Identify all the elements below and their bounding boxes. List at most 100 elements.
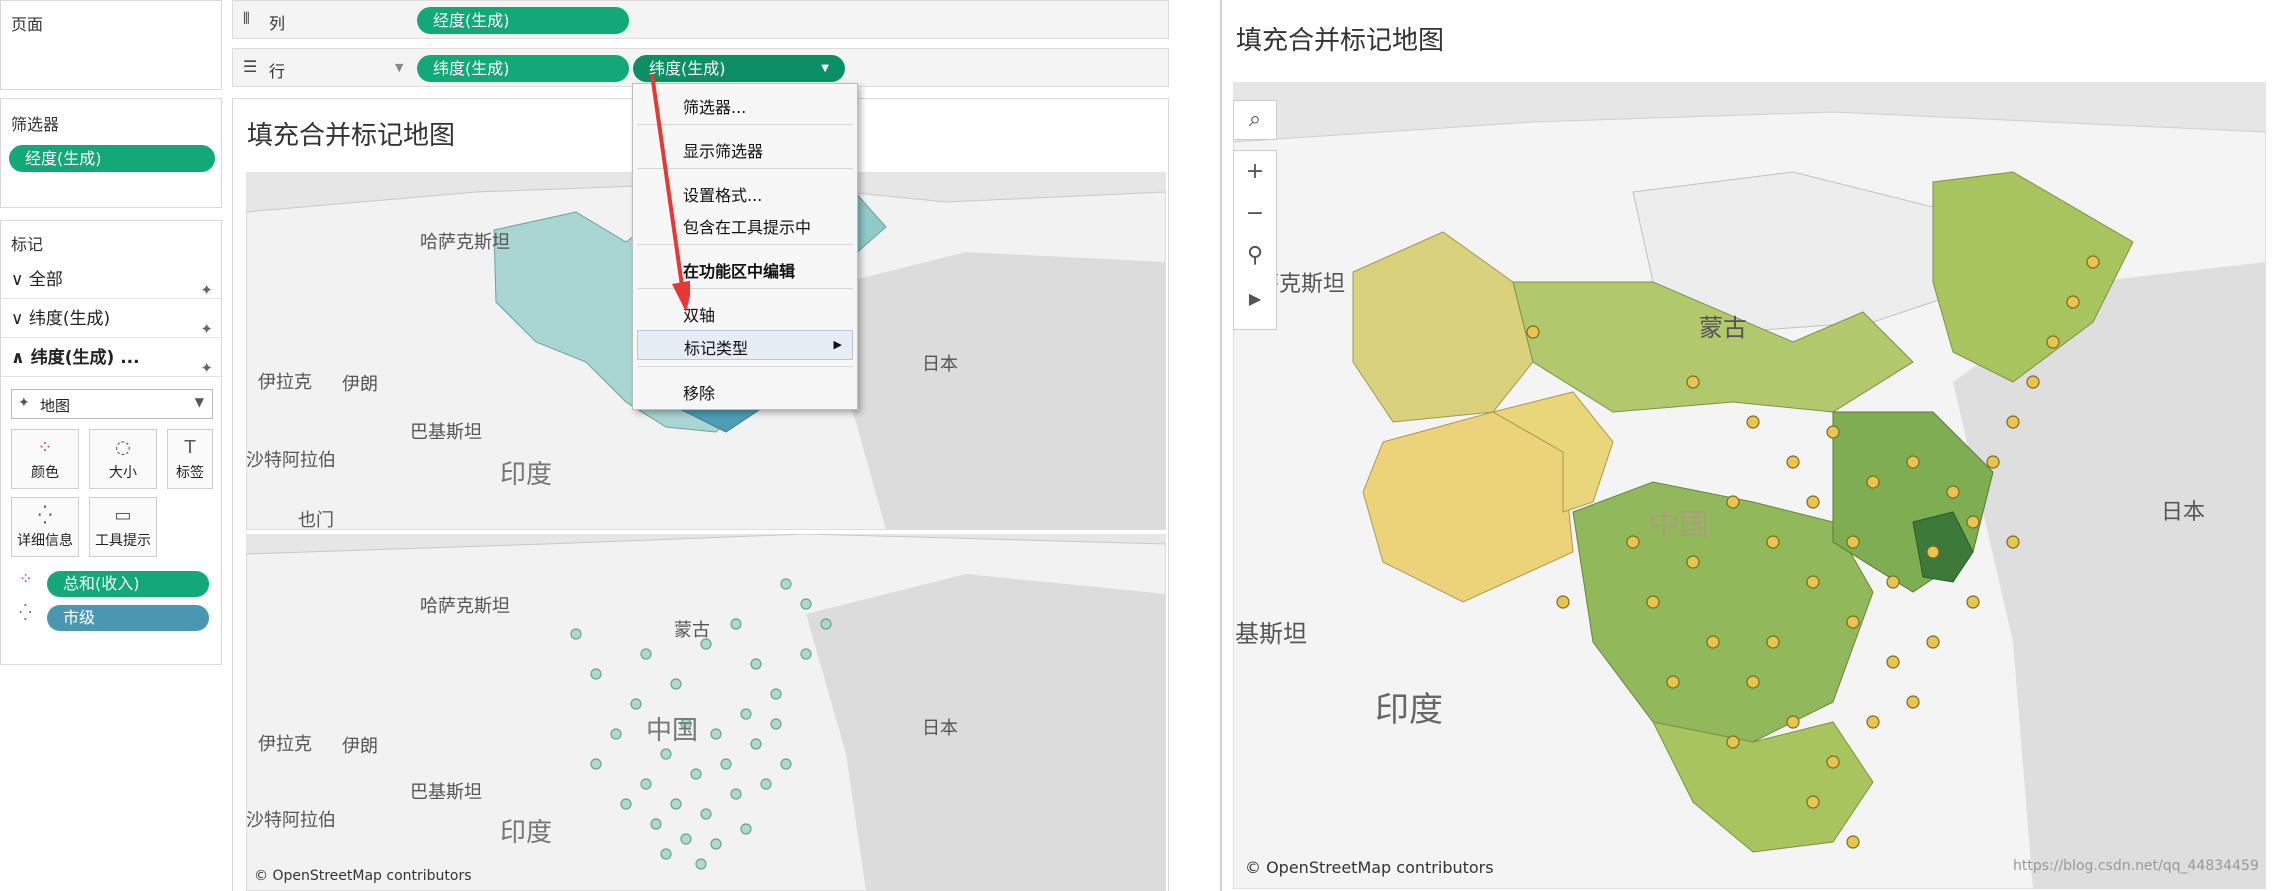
menu-item-label: 标记类型 xyxy=(684,339,749,358)
tile-tooltip[interactable]: ▭ 工具提示 xyxy=(89,497,157,557)
tile-label: 工具提示 xyxy=(95,533,151,549)
result-map[interactable]: 哈萨克斯坦 蒙古 中国 日本 基斯坦 印度 © OpenStreetMap co… xyxy=(1233,82,2266,889)
tile-detail[interactable]: ⁛ 详细信息 xyxy=(11,497,79,557)
map-label: 蒙古 xyxy=(674,620,710,641)
mark-field-city[interactable]: 市级 xyxy=(47,605,209,631)
columns-pill[interactable]: 经度(生成) xyxy=(417,7,629,34)
menu-item-format[interactable]: 设置格式... xyxy=(683,182,762,206)
pages-label: 页面 xyxy=(11,15,44,34)
menu-separator xyxy=(637,366,853,367)
submenu-arrow-icon: ▶ xyxy=(833,338,842,351)
color-dots-icon: ⁘ xyxy=(37,437,53,458)
marks-item-label: 纬度(生成) xyxy=(28,309,111,329)
map-label: 巴基斯坦 xyxy=(410,782,482,803)
map-label: 沙特阿拉伯 xyxy=(246,450,336,471)
marks-card: 标记 ∨ 全部 ✦ ∨ 纬度(生成) ✦ ∧ 纬度(生成) ... ✦ ✦ 地图… xyxy=(0,220,222,665)
rows-label: 行 xyxy=(269,62,286,81)
plus-icon: + xyxy=(1245,159,1265,184)
map-label: 伊朗 xyxy=(342,736,378,757)
filters-label: 筛选器 xyxy=(11,115,60,134)
map-bottom-svg xyxy=(246,534,1166,891)
menu-item-include-tooltip[interactable]: 包含在工具提示中 xyxy=(683,214,811,238)
marks-item-lat1[interactable]: ∨ 纬度(生成) ✦ xyxy=(1,300,221,338)
rows-shelf[interactable]: ☰ 行 ▼ 纬度(生成) 纬度(生成) ▼ xyxy=(232,48,1169,87)
detail-dots-icon: ⁛ xyxy=(19,603,32,622)
columns-icon: ⫴ xyxy=(243,9,250,28)
tile-label[interactable]: T 标签 xyxy=(167,429,213,489)
map-label: 哈萨克斯坦 xyxy=(420,596,510,617)
rows-pill-1[interactable]: 纬度(生成) xyxy=(417,55,629,82)
detail-dots-icon: ⁛ xyxy=(37,505,53,526)
sea xyxy=(806,574,1166,891)
marks-label: 标记 xyxy=(11,235,44,254)
map-label: 日本 xyxy=(2161,500,2206,525)
rows-icon: ☰ xyxy=(243,57,258,76)
color-dots-icon: ⁘ xyxy=(19,569,33,588)
chevron-down-icon: ▼ xyxy=(395,61,404,74)
map-bottom[interactable]: 哈萨克斯坦 蒙古 中国 伊拉克 伊朗 巴基斯坦 沙特阿拉伯 印度 日本 © Op… xyxy=(246,534,1166,891)
map-label: 中国 xyxy=(1649,508,1709,543)
panel-divider xyxy=(1220,0,1222,891)
map-label: 日本 xyxy=(922,718,958,739)
play-arrow-icon: ▶ xyxy=(1248,289,1262,308)
filter-pill[interactable]: 经度(生成) xyxy=(9,145,215,172)
map-label: 蒙古 xyxy=(1699,314,1747,342)
marks-item-label: 纬度(生成) ... xyxy=(30,348,140,368)
map-label: 印度 xyxy=(500,460,553,490)
map-label: 哈萨克斯坦 xyxy=(420,232,510,253)
map-label: 伊拉克 xyxy=(258,372,312,393)
pin-button[interactable]: ⚲ xyxy=(1234,235,1276,277)
result-copyright: © OpenStreetMap contributors xyxy=(1245,858,1494,877)
menu-item-filter[interactable]: 筛选器... xyxy=(683,94,746,118)
marks-item-label: 全部 xyxy=(28,270,63,290)
tooltip-bubble-icon: ▭ xyxy=(114,505,132,526)
result-title: 填充合并标记地图 xyxy=(1236,26,1445,56)
tile-label: 标签 xyxy=(176,465,204,481)
map-search-button[interactable]: ⌕ xyxy=(1233,100,1277,140)
map-mark-icon: ✦ xyxy=(200,359,213,377)
zoom-out-button[interactable]: − xyxy=(1234,193,1276,235)
tile-label: 颜色 xyxy=(31,465,59,481)
mark-type-value: 地图 xyxy=(40,397,71,415)
columns-shelf[interactable]: ⫴ 列 经度(生成) xyxy=(232,0,1169,39)
dropdown-arrow-icon: ▼ xyxy=(821,63,829,74)
minus-icon: − xyxy=(1245,201,1265,226)
marks-item-all[interactable]: ∨ 全部 ✦ xyxy=(1,261,221,299)
menu-item-show-filter[interactable]: 显示筛选器 xyxy=(683,138,763,162)
menu-item-remove[interactable]: 移除 xyxy=(683,380,715,404)
map-copyright: © OpenStreetMap contributors xyxy=(254,868,472,884)
map-label: 日本 xyxy=(922,354,958,375)
map-label: 伊拉克 xyxy=(258,734,312,755)
tile-size[interactable]: ◌ 大小 xyxy=(89,429,157,489)
map-label: 也门 xyxy=(298,510,334,530)
map-zoom-controls: + − ⚲ ▶ xyxy=(1233,150,1277,330)
result-watermark: https://blog.csdn.net/qq_44834459 xyxy=(2013,858,2259,874)
mark-field-revenue[interactable]: 总和(收入) xyxy=(47,571,209,597)
menu-item-edit-in-shelf[interactable]: 在功能区中编辑 xyxy=(683,258,795,282)
pages-card: 页面 xyxy=(0,0,222,90)
pan-button[interactable]: ▶ xyxy=(1234,277,1276,319)
size-circles-icon: ◌ xyxy=(115,437,131,458)
pin-icon: ⚲ xyxy=(1246,243,1264,268)
chevron-down-icon: ∨ xyxy=(11,270,29,290)
map-label: 巴基斯坦 xyxy=(410,422,482,443)
text-label-icon: T xyxy=(184,437,196,458)
result-map-svg xyxy=(1233,111,2266,889)
tile-color[interactable]: ⁘ 颜色 xyxy=(11,429,79,489)
menu-item-mark-type[interactable]: 标记类型 ▶ xyxy=(637,330,853,360)
chevron-up-icon: ∧ xyxy=(11,348,31,368)
chevron-down-icon: ∨ xyxy=(11,309,29,329)
worksheet-title: 填充合并标记地图 xyxy=(247,121,456,151)
filters-card: 筛选器 经度(生成) xyxy=(0,98,222,208)
map-label: 沙特阿拉伯 xyxy=(246,810,336,831)
zoom-in-button[interactable]: + xyxy=(1234,151,1276,193)
map-label: 中国 xyxy=(646,716,699,746)
tile-label: 大小 xyxy=(109,465,137,481)
mark-type-select[interactable]: ✦ 地图 ▼ xyxy=(11,389,213,419)
map-type-icon: ✦ xyxy=(18,395,30,411)
chevron-down-icon: ▼ xyxy=(194,395,204,409)
marks-item-lat2[interactable]: ∧ 纬度(生成) ... ✦ xyxy=(1,339,221,377)
map-label: 伊朗 xyxy=(342,374,378,395)
map-label: 印度 xyxy=(1375,690,1443,730)
tile-label: 详细信息 xyxy=(17,533,73,549)
